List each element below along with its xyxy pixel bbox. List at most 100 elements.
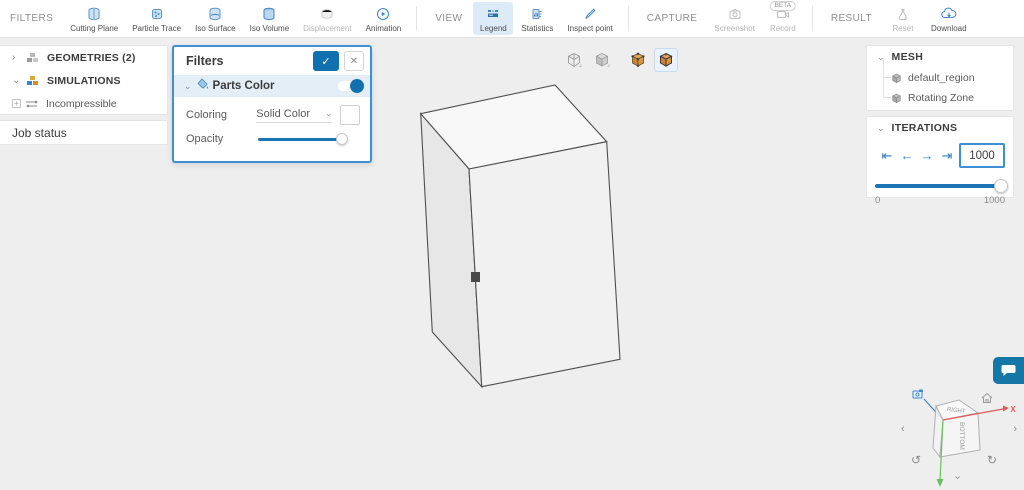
last-iteration-button[interactable]: ⇥ <box>937 149 957 163</box>
view-section-label: VIEW <box>425 13 472 24</box>
tree-item-geometries[interactable]: › GEOMETRIES (2) <box>0 46 167 69</box>
previous-iteration-button[interactable]: ← <box>897 149 917 163</box>
iterations-panel: ⌄ ITERATIONS ⇤ ← → ⇥ 0 1000 <box>866 116 1014 198</box>
displacement-button[interactable]: Displacement <box>297 2 357 35</box>
legend-icon <box>486 7 500 21</box>
mesh-panel: ⌄ MESH default_region Rotating Zone <box>866 45 1014 111</box>
range-min-label: 0 <box>875 195 880 206</box>
iteration-slider[interactable] <box>875 178 1005 192</box>
home-view-icon[interactable] <box>982 394 992 403</box>
parts-color-label: Parts Color <box>213 80 338 92</box>
chevron-down-icon: ⌄ <box>184 81 192 92</box>
mesh-item-label: default_region <box>908 72 975 84</box>
first-iteration-button[interactable]: ⇤ <box>877 149 897 163</box>
coloring-dropdown[interactable]: Solid Color ⌄ <box>256 108 332 123</box>
iterations-header[interactable]: ⌄ ITERATIONS <box>867 117 1013 139</box>
geometries-icon <box>26 52 42 64</box>
parts-color-toggle[interactable] <box>338 81 362 91</box>
legend-button[interactable]: Legend <box>473 2 513 35</box>
x-axis-arrowhead <box>1003 406 1009 412</box>
next-iteration-button[interactable]: → <box>917 149 937 163</box>
statistics-button[interactable]: Statistics <box>515 2 559 35</box>
navigation-cube[interactable]: RIGHT BOTTOM <box>933 400 980 457</box>
mesh-item-rotating-zone[interactable]: Rotating Zone <box>867 88 1013 108</box>
color-swatch[interactable] <box>340 105 360 125</box>
slider-knob[interactable] <box>336 133 348 145</box>
legend-label: Legend <box>480 24 507 33</box>
iso-surface-icon <box>208 7 222 21</box>
slider-track <box>875 184 1005 188</box>
expand-plus-icon[interactable]: + <box>12 99 21 108</box>
box-front-face <box>469 142 620 387</box>
record-label: Record <box>770 24 796 33</box>
capture-section-label: CAPTURE <box>637 13 708 24</box>
simulations-label: SIMULATIONS <box>47 75 121 87</box>
inspect-point-button[interactable]: Inspect point <box>561 2 618 35</box>
parts-color-row[interactable]: ⌄ Parts Color <box>174 75 370 97</box>
slider-knob[interactable] <box>994 179 1008 193</box>
mesh-item-label: Rotating Zone <box>908 92 974 104</box>
job-status-panel[interactable]: Job status <box>0 120 168 145</box>
scene-tree-panel: › GEOMETRIES (2) ⌄ SIMULATIONS + Incompr… <box>0 45 168 115</box>
reset-label: Reset <box>893 24 914 33</box>
rotate-right-arrow[interactable]: › <box>1013 423 1017 435</box>
view-cube-widget[interactable]: RIGHT BOTTOM X ‹ › ↺ ↻ ⌄ <box>893 383 1021 488</box>
download-icon <box>941 7 957 21</box>
screenshot-label: Screenshot <box>714 24 754 33</box>
opacity-row: Opacity <box>174 125 370 145</box>
tree-item-incompressible[interactable]: + Incompressible <box>0 92 167 115</box>
mesh-title: MESH <box>892 51 924 63</box>
simulations-icon <box>26 75 42 87</box>
coloring-value: Solid Color <box>256 108 310 120</box>
apply-button[interactable]: ✓ <box>313 51 339 71</box>
slider-track <box>258 138 346 141</box>
y-axis-arrowhead <box>937 479 944 487</box>
coloring-row: Coloring Solid Color ⌄ <box>174 97 370 125</box>
rotate-left-arrow[interactable]: ‹ <box>901 423 905 435</box>
iterations-title: ITERATIONS <box>892 122 958 134</box>
iteration-input[interactable] <box>959 143 1005 168</box>
rotate-ccw-button[interactable]: ↺ <box>911 453 921 467</box>
toolbar-divider <box>812 6 813 31</box>
iso-surface-button[interactable]: Iso Surface <box>189 2 241 35</box>
solid-cube-icon <box>594 52 610 68</box>
cutting-plane-icon <box>87 7 101 21</box>
wireframe-cube-icon <box>566 52 582 68</box>
chevron-right-icon: › <box>12 52 26 63</box>
chat-bubble-icon <box>1001 364 1016 377</box>
coloring-label: Coloring <box>186 109 256 121</box>
collapse-cube-button[interactable]: ⌄ <box>953 469 962 482</box>
download-button[interactable]: Download <box>925 2 973 35</box>
surface-points-mode-button[interactable] <box>626 48 650 72</box>
cutting-plane-button[interactable]: Cutting Plane <box>64 2 124 35</box>
surface-mode-button[interactable] <box>590 48 614 72</box>
cutting-plane-label: Cutting Plane <box>70 24 118 33</box>
reset-icon <box>896 7 910 21</box>
filters-popup-header: Filters ✓ ✕ <box>174 47 370 75</box>
iso-volume-button[interactable]: Iso Volume <box>244 2 296 35</box>
particle-trace-label: Particle Trace <box>132 24 181 33</box>
iso-volume-label: Iso Volume <box>250 24 290 33</box>
mesh-region-icon <box>891 73 902 84</box>
reset-button[interactable]: Reset <box>883 2 923 35</box>
parts-color-icon <box>196 77 209 95</box>
edge-marker <box>471 272 480 282</box>
animation-label: Animation <box>366 24 402 33</box>
geometries-label: GEOMETRIES (2) <box>47 52 136 64</box>
cube-front-face-label: BOTTOM <box>958 422 965 450</box>
tree-item-simulations[interactable]: ⌄ SIMULATIONS <box>0 69 167 92</box>
job-status-label: Job status <box>12 126 67 140</box>
close-button[interactable]: ✕ <box>344 51 364 71</box>
chevron-down-icon: ⌄ <box>325 108 333 119</box>
wireframe-mode-button[interactable] <box>562 48 586 72</box>
inspect-point-icon <box>583 7 597 21</box>
animation-button[interactable]: Animation <box>360 2 408 35</box>
record-button[interactable]: BETA Record <box>763 2 803 35</box>
support-chat-button[interactable] <box>993 357 1024 384</box>
opacity-slider[interactable] <box>258 133 346 145</box>
surface-edges-mode-button[interactable] <box>654 48 678 72</box>
screenshot-button[interactable]: Screenshot <box>708 2 760 35</box>
rotate-cw-button[interactable]: ↻ <box>987 453 997 467</box>
camera-icon[interactable] <box>913 390 923 399</box>
particle-trace-button[interactable]: Particle Trace <box>126 2 187 35</box>
